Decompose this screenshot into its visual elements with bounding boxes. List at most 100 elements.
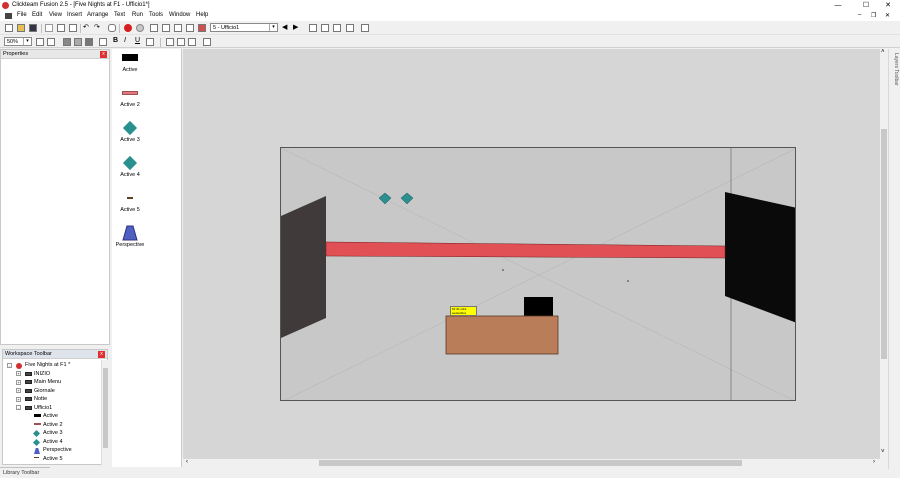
- align-right-icon[interactable]: [188, 38, 196, 46]
- tree-item[interactable]: + Giornale: [3, 387, 101, 395]
- teal-diamond[interactable]: [378, 192, 392, 205]
- expand-icon[interactable]: +: [16, 388, 21, 393]
- center-icon[interactable]: [85, 38, 93, 46]
- teal-diamond-icon[interactable]: [122, 155, 138, 171]
- bold-button[interactable]: B: [113, 37, 118, 44]
- copy-icon[interactable]: [57, 24, 65, 32]
- workspace-scroll-thumb[interactable]: [103, 368, 108, 448]
- menu-text[interactable]: Text: [114, 12, 125, 18]
- redo-icon[interactable]: ↷: [94, 23, 100, 31]
- undo-icon[interactable]: ↶: [83, 23, 89, 31]
- storyboard-icon[interactable]: [150, 24, 158, 32]
- doc-minimize-button[interactable]: –: [858, 12, 861, 18]
- scroll-right-icon[interactable]: ›: [873, 459, 875, 465]
- text-color-icon[interactable]: [146, 38, 154, 46]
- distribute-icon[interactable]: [321, 24, 329, 32]
- grid-icon[interactable]: [333, 24, 341, 32]
- tree-item[interactable]: Active 2: [3, 421, 101, 429]
- sticky-note[interactable]: Mr #1 ultra sedentibra: [450, 306, 477, 316]
- library-toolbar-tab[interactable]: Library Toolbar: [0, 467, 50, 477]
- tree-item[interactable]: + Main Menu: [3, 378, 101, 386]
- event-list-icon[interactable]: [186, 24, 194, 32]
- red-bar-icon[interactable]: [122, 91, 138, 95]
- help-icon[interactable]: [108, 24, 116, 32]
- cut-icon[interactable]: [45, 24, 53, 32]
- workspace-scrollbar[interactable]: [101, 360, 108, 465]
- menu-help[interactable]: Help: [196, 12, 208, 18]
- teal-diamond-icon[interactable]: [122, 120, 138, 136]
- tree-item[interactable]: Perspective: [3, 446, 101, 454]
- underline-button[interactable]: U: [135, 37, 140, 44]
- event-editor-icon[interactable]: [174, 24, 182, 32]
- menu-window[interactable]: Window: [169, 12, 190, 18]
- workspace-close-button[interactable]: x: [98, 351, 105, 358]
- menu-arrange[interactable]: Arrange: [87, 12, 108, 18]
- horizontal-scrollbar[interactable]: ‹ ›: [183, 459, 880, 467]
- menu-insert[interactable]: Insert: [67, 12, 82, 18]
- document-menu-icon[interactable]: [5, 13, 12, 19]
- menu-file[interactable]: File: [17, 12, 27, 18]
- tree-item[interactable]: Active: [3, 412, 101, 420]
- menu-run[interactable]: Run: [132, 12, 143, 18]
- small-line-icon[interactable]: [127, 197, 133, 199]
- properties-close-button[interactable]: x: [100, 51, 107, 58]
- menu-tools[interactable]: Tools: [149, 12, 163, 18]
- font-icon[interactable]: [99, 38, 107, 46]
- chevron-down-icon[interactable]: ▾: [23, 38, 31, 45]
- collapse-icon[interactable]: -: [16, 405, 21, 410]
- scroll-left-icon[interactable]: ‹: [186, 459, 188, 465]
- right-door[interactable]: [725, 192, 796, 323]
- snap-icon[interactable]: [74, 38, 82, 46]
- scroll-down-icon[interactable]: ˅: [881, 449, 885, 455]
- doc-restore-button[interactable]: ❐: [871, 12, 876, 19]
- align-center-icon[interactable]: [177, 38, 185, 46]
- tree-item[interactable]: - Ufficio1: [3, 404, 101, 412]
- run-application-icon[interactable]: [124, 24, 132, 32]
- italic-button[interactable]: I: [124, 37, 126, 44]
- desk[interactable]: [445, 315, 559, 355]
- horizontal-scroll-thumb[interactable]: [319, 460, 742, 466]
- menu-edit[interactable]: Edit: [32, 12, 42, 18]
- tree-item[interactable]: Active 3: [3, 429, 101, 438]
- tree-item[interactable]: + Notte: [3, 395, 101, 403]
- align-icon[interactable]: [309, 24, 317, 32]
- red-bar[interactable]: [325, 241, 726, 259]
- pointer-icon[interactable]: [47, 38, 55, 46]
- zoom-select[interactable]: 50% ▾: [4, 37, 32, 46]
- layer-icon[interactable]: [346, 24, 354, 32]
- show-grid-icon[interactable]: [63, 38, 71, 46]
- frame-select[interactable]: 5 - Ufficio1 ▾: [210, 23, 278, 32]
- menu-view[interactable]: View: [49, 12, 62, 18]
- teal-diamond[interactable]: [400, 192, 414, 205]
- left-door[interactable]: [281, 196, 326, 338]
- perspective-icon[interactable]: [122, 225, 138, 241]
- doc-close-button[interactable]: ✕: [885, 12, 890, 19]
- tree-item[interactable]: - Five Nights at F1 *: [3, 361, 101, 369]
- close-button[interactable]: ✕: [876, 0, 900, 11]
- black-screen[interactable]: [524, 297, 553, 317]
- frame-canvas[interactable]: Mr #1 ultra sedentibra: [280, 147, 796, 401]
- expand-icon[interactable]: +: [16, 379, 21, 385]
- tree-item[interactable]: Active 5: [3, 455, 101, 463]
- expand-icon[interactable]: +: [16, 371, 21, 376]
- paste-icon[interactable]: [69, 24, 77, 32]
- new-file-icon[interactable]: [5, 24, 13, 32]
- expand-icon[interactable]: +: [16, 396, 21, 402]
- fit-icon[interactable]: [203, 38, 211, 46]
- collapse-icon[interactable]: -: [7, 362, 12, 368]
- frame-editor-icon[interactable]: [162, 24, 170, 32]
- save-icon[interactable]: [29, 24, 37, 32]
- tree-item[interactable]: + INIZIO: [3, 370, 101, 378]
- data-elements-icon[interactable]: [198, 24, 206, 32]
- previous-frame-icon[interactable]: ◀: [282, 23, 287, 31]
- stop-icon[interactable]: [136, 24, 144, 32]
- next-frame-icon[interactable]: ▶: [293, 23, 298, 31]
- black-rect-icon[interactable]: [122, 54, 138, 61]
- layers-toolbar-tab[interactable]: Layers Toolbar: [888, 49, 900, 469]
- scroll-up-icon[interactable]: ˄: [881, 49, 885, 55]
- vertical-scroll-thumb[interactable]: [881, 129, 887, 359]
- hand-icon[interactable]: [36, 38, 44, 46]
- open-folder-icon[interactable]: [17, 24, 25, 32]
- minimize-button[interactable]: —: [826, 0, 850, 11]
- chevron-down-icon[interactable]: ▾: [269, 24, 277, 31]
